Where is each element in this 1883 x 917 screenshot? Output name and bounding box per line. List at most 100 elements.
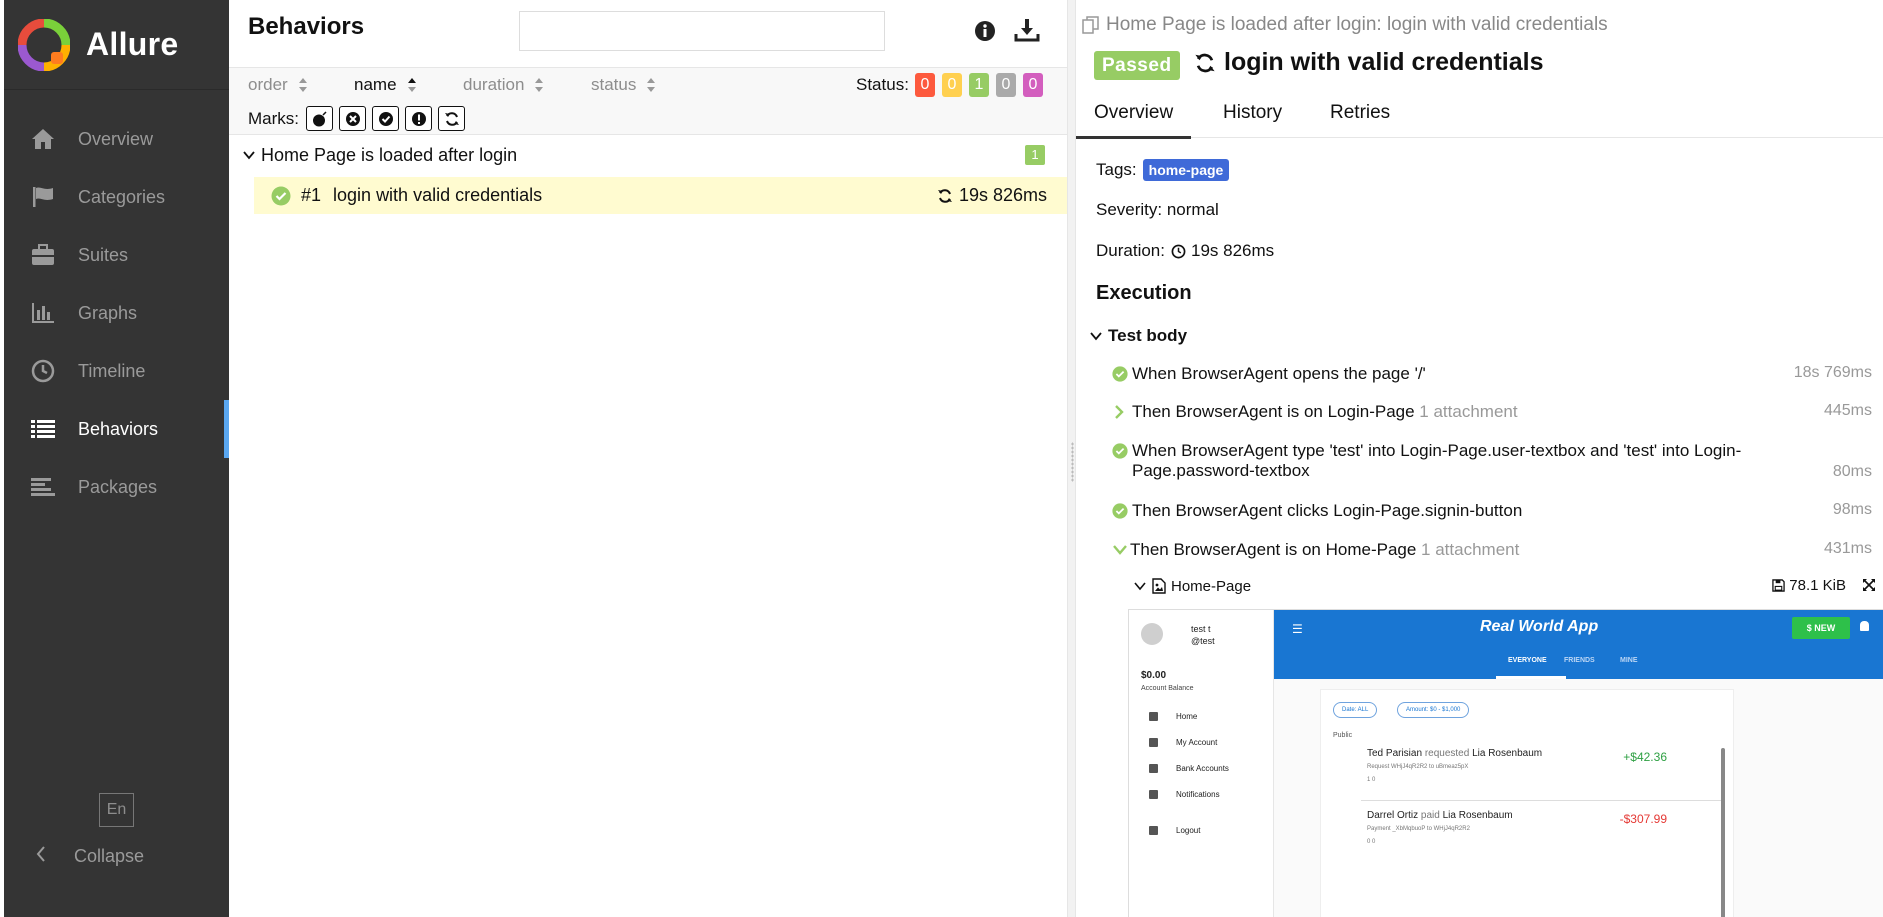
tags-field: Tags: home-page (1096, 159, 1230, 181)
attachment-row[interactable]: Home-Page 78.1 KiB (1134, 575, 1878, 597)
test-case-row[interactable]: #1 login with valid credentials 19s 826m… (254, 177, 1067, 214)
status-broken-count[interactable]: 0 (942, 73, 962, 97)
page-title: Behaviors (248, 13, 365, 40)
step-duration: 445ms (1823, 402, 1872, 419)
brand[interactable]: Allure (4, 0, 229, 90)
test-duration-value: 19s 826ms (958, 185, 1047, 205)
step-attachment-count: 1 attachment (1421, 540, 1520, 559)
attachment-size: 78.1 KiB (1772, 577, 1846, 594)
list-icon (28, 417, 58, 441)
rw-nav-bank: Bank Accounts (1149, 764, 1229, 773)
rw-nav-account: My Account (1149, 738, 1217, 747)
rw-nav-label: My Account (1176, 738, 1218, 747)
collapse-button[interactable]: Collapse (4, 838, 229, 874)
rw-header: ☰ Real World App $ NEW EVERYONE FRIENDS … (1274, 610, 1883, 679)
status-failed-count[interactable]: 0 (915, 73, 935, 97)
sidebar-item-suites[interactable]: Suites (4, 226, 229, 284)
rw-nav-home: Home (1149, 712, 1197, 721)
test-body-toggle[interactable]: Test body (1090, 326, 1187, 346)
sort-icon (298, 78, 307, 92)
sort-icon (647, 78, 656, 92)
execution-heading: Execution (1096, 282, 1192, 304)
expand-icon[interactable] (1862, 578, 1876, 592)
tab-overview[interactable]: Overview (1076, 102, 1192, 139)
mark-new-failed-button[interactable] (339, 106, 366, 131)
test-duration: 19s 826ms (937, 185, 1047, 206)
sort-name[interactable]: name (354, 75, 417, 95)
status-unknown-count[interactable]: 0 (1023, 73, 1043, 97)
save-icon (1772, 579, 1786, 592)
behavior-group-row[interactable]: Home Page is loaded after login 1 (229, 140, 1067, 170)
mark-new-passed-button[interactable] (372, 106, 399, 131)
sidebar-item-graphs[interactable]: Graphs (4, 284, 229, 342)
rw-tx-meta: 0 0 (1367, 839, 1376, 845)
rw-tx-verb: paid (1420, 810, 1440, 821)
sidebar-item-categories[interactable]: Categories (4, 168, 229, 226)
tags-label: Tags: (1096, 160, 1137, 179)
language-button[interactable]: En (99, 793, 134, 827)
chevron-down-icon (1134, 582, 1146, 591)
refresh-icon (444, 111, 459, 126)
duration-field: Duration: 19s 826ms (1096, 241, 1274, 261)
step-row[interactable]: Then BrowserAgent is on Login-Page 1 att… (1112, 402, 1872, 426)
sort-order[interactable]: order (248, 75, 308, 95)
tab-retries[interactable]: Retries (1330, 102, 1390, 124)
passed-status-icon (271, 186, 291, 205)
rw-tab-everyone: EVERYONE (1508, 657, 1547, 664)
info-icon[interactable] (974, 20, 996, 47)
sort-duration[interactable]: duration (463, 75, 544, 95)
chevron-left-icon (36, 845, 46, 867)
rw-public-label: Public (1333, 732, 1353, 739)
rw-tx-to: Lia Rosenbaum (1472, 748, 1543, 759)
duration-label: Duration: (1096, 241, 1165, 260)
sort-toolbar: order name duration status Status: 0 0 1… (229, 67, 1067, 135)
sidebar: Allure Overview Categories Suites Graphs… (0, 0, 229, 917)
step-row[interactable]: When BrowserAgent type 'test' into Login… (1112, 441, 1872, 485)
tab-history[interactable]: History (1223, 102, 1282, 124)
retry-icon (1195, 53, 1215, 72)
rw-tx-from: Ted Parisian (1367, 748, 1423, 759)
rw-tx-sub: Request WHjJ4qR2R2 to uBmeaz5pX (1367, 764, 1469, 770)
mark-flaky-button[interactable] (306, 106, 333, 131)
search-input[interactable] (519, 11, 885, 51)
splitter-grip (1071, 442, 1074, 482)
status-skipped-count[interactable]: 0 (996, 73, 1016, 97)
status-passed-count[interactable]: 1 (969, 73, 989, 97)
attachment-name: Home-Page (1171, 577, 1252, 595)
duration-value: 19s 826ms (1190, 241, 1275, 260)
sidebar-item-timeline[interactable]: Timeline (4, 342, 229, 400)
clock-icon (1171, 244, 1186, 258)
test-detail-panel: Home Page is loaded after login: login w… (1076, 0, 1883, 917)
step-row[interactable]: Then BrowserAgent is on Home-Page 1 atta… (1112, 540, 1872, 564)
mark-retries-button[interactable] (438, 106, 465, 131)
chevron-right-icon (1115, 405, 1124, 419)
copy-icon[interactable] (1082, 16, 1100, 34)
clock-icon (28, 359, 58, 383)
mark-new-broken-button[interactable] (405, 106, 432, 131)
rw-nav-label: Notifications (1176, 790, 1220, 799)
step-attachment-count: 1 attachment (1419, 402, 1518, 421)
chevron-down-icon (1090, 332, 1102, 341)
sidebar-item-packages[interactable]: Packages (4, 458, 229, 516)
retry-icon (937, 188, 952, 203)
step-row[interactable]: When BrowserAgent opens the page '/' 18s… (1112, 364, 1872, 388)
step-duration: 80ms (1832, 463, 1872, 480)
rw-user-info: test t @test (1191, 623, 1215, 647)
rw-nav-label: Home (1176, 712, 1198, 721)
rw-main: Date: ALL Amount: $0 - $1,000 Public Ted… (1274, 679, 1883, 917)
sidebar-item-overview[interactable]: Overview (4, 110, 229, 168)
step-text: Then BrowserAgent is on Home-Page (1130, 540, 1417, 559)
step-duration: 98ms (1832, 501, 1872, 518)
step-row[interactable]: Then BrowserAgent clicks Login-Page.sign… (1112, 501, 1872, 525)
download-icon[interactable] (1014, 18, 1040, 47)
sort-label: order (248, 75, 288, 94)
step-text-wrap: Then BrowserAgent is on Home-Page 1 atta… (1130, 540, 1780, 560)
check-circle-icon (378, 111, 393, 126)
sort-label: status (591, 75, 637, 94)
step-text-wrap: Then BrowserAgent is on Login-Page 1 att… (1132, 402, 1782, 422)
test-number: #1 (301, 185, 322, 205)
sort-status[interactable]: status (591, 75, 656, 95)
pane-splitter[interactable] (1067, 0, 1076, 917)
sidebar-item-behaviors[interactable]: Behaviors (4, 400, 229, 458)
passed-status-icon (1112, 443, 1128, 459)
